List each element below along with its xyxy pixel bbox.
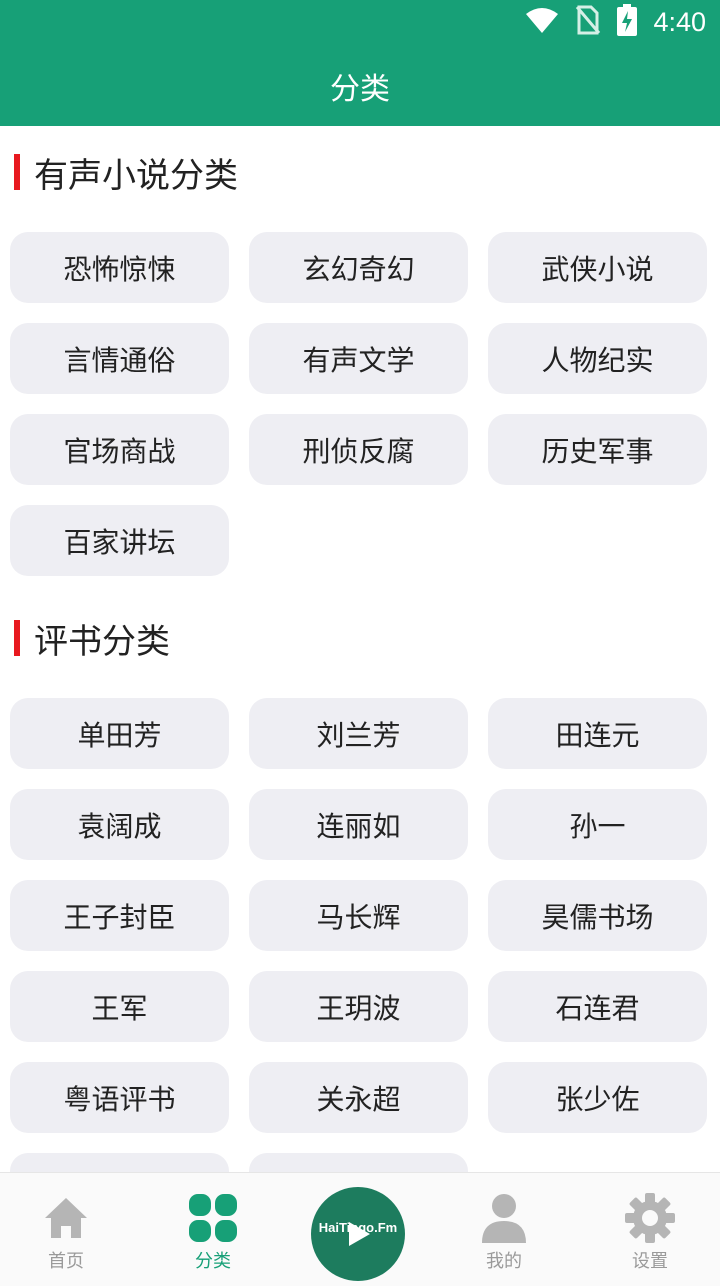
category-chip[interactable]: 人物纪实 xyxy=(488,323,707,394)
tab-home[interactable]: 首页 xyxy=(0,1173,138,1286)
section-header-audio-novels: 有声小说分类 xyxy=(14,152,238,196)
category-chip[interactable]: 田连元 xyxy=(488,698,707,769)
wifi-icon xyxy=(525,6,559,38)
category-chip-partial[interactable] xyxy=(249,1153,468,1172)
category-chip[interactable]: 玄幻奇幻 xyxy=(249,232,468,303)
category-chip[interactable]: 王玥波 xyxy=(249,971,468,1042)
category-chip[interactable]: 昊儒书场 xyxy=(488,880,707,951)
section-header-pingshu: 评书分类 xyxy=(14,618,170,662)
category-chip[interactable]: 有声文学 xyxy=(249,323,468,394)
category-chip[interactable]: 王子封臣 xyxy=(10,880,229,951)
category-chip[interactable]: 袁阔成 xyxy=(10,789,229,860)
app-header: 4:40 分类 xyxy=(0,0,720,126)
category-chip[interactable]: 王军 xyxy=(10,971,229,1042)
grid-icon xyxy=(188,1193,238,1243)
category-chip[interactable]: 言情通俗 xyxy=(10,323,229,394)
category-chip[interactable]: 百家讲坛 xyxy=(10,505,229,576)
category-content[interactable]: 有声小说分类 恐怖惊悚 玄幻奇幻 武侠小说 言情通俗 有声文学 人物纪实 官场商… xyxy=(0,126,720,1172)
category-chip[interactable]: 恐怖惊悚 xyxy=(10,232,229,303)
status-bar: 4:40 xyxy=(0,0,720,46)
category-chip[interactable]: 张少佐 xyxy=(488,1062,707,1133)
tab-category[interactable]: 分类 xyxy=(141,1173,285,1286)
category-chip[interactable]: 马长辉 xyxy=(249,880,468,951)
player-button[interactable]: HaiTingo.Fm xyxy=(311,1187,405,1281)
category-chip[interactable]: 历史军事 xyxy=(488,414,707,485)
category-chip[interactable]: 刑侦反腐 xyxy=(249,414,468,485)
category-chip[interactable]: 石连君 xyxy=(488,971,707,1042)
section-title: 有声小说分类 xyxy=(34,155,238,196)
no-sim-icon xyxy=(575,5,601,39)
category-chip[interactable]: 孙一 xyxy=(488,789,707,860)
section-title: 评书分类 xyxy=(34,621,170,662)
user-icon xyxy=(479,1193,529,1243)
tab-label: 我的 xyxy=(486,1251,522,1272)
home-icon xyxy=(41,1193,91,1243)
tab-label: 分类 xyxy=(195,1251,231,1272)
category-chip[interactable]: 武侠小说 xyxy=(488,232,707,303)
category-chip[interactable]: 官场商战 xyxy=(10,414,229,485)
category-chip[interactable]: 连丽如 xyxy=(249,789,468,860)
section-accent-bar xyxy=(14,154,20,190)
category-chip[interactable]: 关永超 xyxy=(249,1062,468,1133)
page-title: 分类 xyxy=(330,72,390,107)
battery-icon xyxy=(617,4,638,40)
tab-label: 首页 xyxy=(48,1251,84,1272)
category-chip-partial[interactable] xyxy=(10,1153,229,1172)
player-brand-text: HaiTingo.Fm xyxy=(318,1220,398,1235)
tab-label: 设置 xyxy=(632,1251,668,1272)
gear-icon xyxy=(625,1193,675,1243)
category-chip[interactable]: 刘兰芳 xyxy=(249,698,468,769)
status-time: 4:40 xyxy=(653,6,706,37)
section-accent-bar xyxy=(14,620,20,656)
tab-mine[interactable]: 我的 xyxy=(432,1173,576,1286)
tab-settings[interactable]: 设置 xyxy=(578,1173,720,1286)
bottom-tab-bar: 首页 分类 HaiTingo.Fm 我的 设置 xyxy=(0,1172,720,1286)
category-chip[interactable]: 粤语评书 xyxy=(10,1062,229,1133)
category-chip[interactable]: 单田芳 xyxy=(10,698,229,769)
